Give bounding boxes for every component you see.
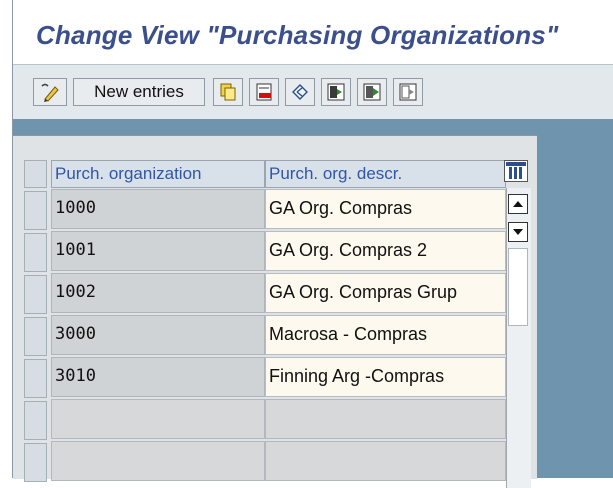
new-entries-button[interactable]: New entries bbox=[73, 78, 205, 106]
deselect-all-button[interactable] bbox=[393, 78, 423, 106]
row-selector[interactable] bbox=[24, 359, 47, 398]
empty-cell[interactable] bbox=[265, 441, 506, 481]
undo-icon bbox=[292, 84, 308, 100]
vertical-scrollbar[interactable] bbox=[506, 188, 531, 488]
sap-window: Change View "Purchasing Organizations" N… bbox=[12, 0, 613, 488]
copy-as-icon bbox=[220, 83, 236, 101]
empty-cell[interactable] bbox=[51, 441, 265, 481]
table-settings-icon bbox=[506, 162, 526, 180]
table-cell-descr[interactable]: GA Org. Compras bbox=[265, 189, 506, 229]
table-cell-descr[interactable]: Macrosa - Compras bbox=[265, 315, 506, 355]
page-title: Change View "Purchasing Organizations" bbox=[36, 20, 559, 50]
select-all-icon bbox=[327, 83, 345, 101]
table-cell-descr[interactable]: Finning Arg -Compras bbox=[265, 357, 506, 397]
table-cell-org: 1001 bbox=[51, 231, 265, 271]
display-change-icon bbox=[41, 83, 59, 102]
scroll-up-button[interactable] bbox=[508, 194, 528, 214]
delete-icon bbox=[256, 83, 272, 101]
row-selector[interactable] bbox=[24, 233, 47, 272]
work-area: Purch. organization Purch. org. descr. 1… bbox=[13, 119, 613, 488]
column-header-purch-organization[interactable]: Purch. organization bbox=[51, 160, 265, 188]
table-cell-descr[interactable]: GA Org. Compras 2 bbox=[265, 231, 506, 271]
delete-button[interactable] bbox=[249, 78, 279, 106]
select-all-rows-button[interactable] bbox=[24, 160, 47, 188]
select-block-button[interactable] bbox=[357, 78, 387, 106]
table-cell-org: 3010 bbox=[51, 357, 265, 397]
empty-cell[interactable] bbox=[265, 399, 506, 439]
empty-cell[interactable] bbox=[51, 399, 265, 439]
row-selector[interactable] bbox=[24, 401, 47, 440]
display-change-button[interactable] bbox=[33, 78, 67, 106]
select-all-button[interactable] bbox=[321, 78, 351, 106]
arrow-up-icon bbox=[513, 201, 523, 207]
scroll-down-button[interactable] bbox=[508, 222, 528, 242]
table-cell-descr[interactable]: GA Org. Compras Grup bbox=[265, 273, 506, 313]
row-selector[interactable] bbox=[24, 191, 47, 230]
table-cell-org: 1000 bbox=[51, 189, 265, 229]
row-selector-column bbox=[24, 160, 49, 485]
table-cell-org: 3000 bbox=[51, 315, 265, 355]
row-selector[interactable] bbox=[24, 317, 47, 356]
undo-button[interactable] bbox=[285, 78, 315, 106]
arrow-down-icon bbox=[513, 229, 523, 235]
table-control: Purch. organization Purch. org. descr. 1… bbox=[13, 135, 537, 488]
scroll-thumb[interactable] bbox=[508, 248, 528, 326]
copy-as-button[interactable] bbox=[213, 78, 243, 106]
table-settings-button[interactable] bbox=[504, 160, 528, 182]
column-header-purch-org-descr[interactable]: Purch. org. descr. bbox=[265, 160, 506, 188]
select-block-icon bbox=[363, 83, 381, 101]
deselect-all-icon bbox=[399, 83, 417, 101]
table-cell-org: 1002 bbox=[51, 273, 265, 313]
title-bar: Change View "Purchasing Organizations" bbox=[13, 0, 613, 64]
row-selector[interactable] bbox=[24, 275, 47, 314]
application-toolbar: New entries bbox=[13, 64, 613, 120]
row-selector[interactable] bbox=[24, 443, 47, 482]
